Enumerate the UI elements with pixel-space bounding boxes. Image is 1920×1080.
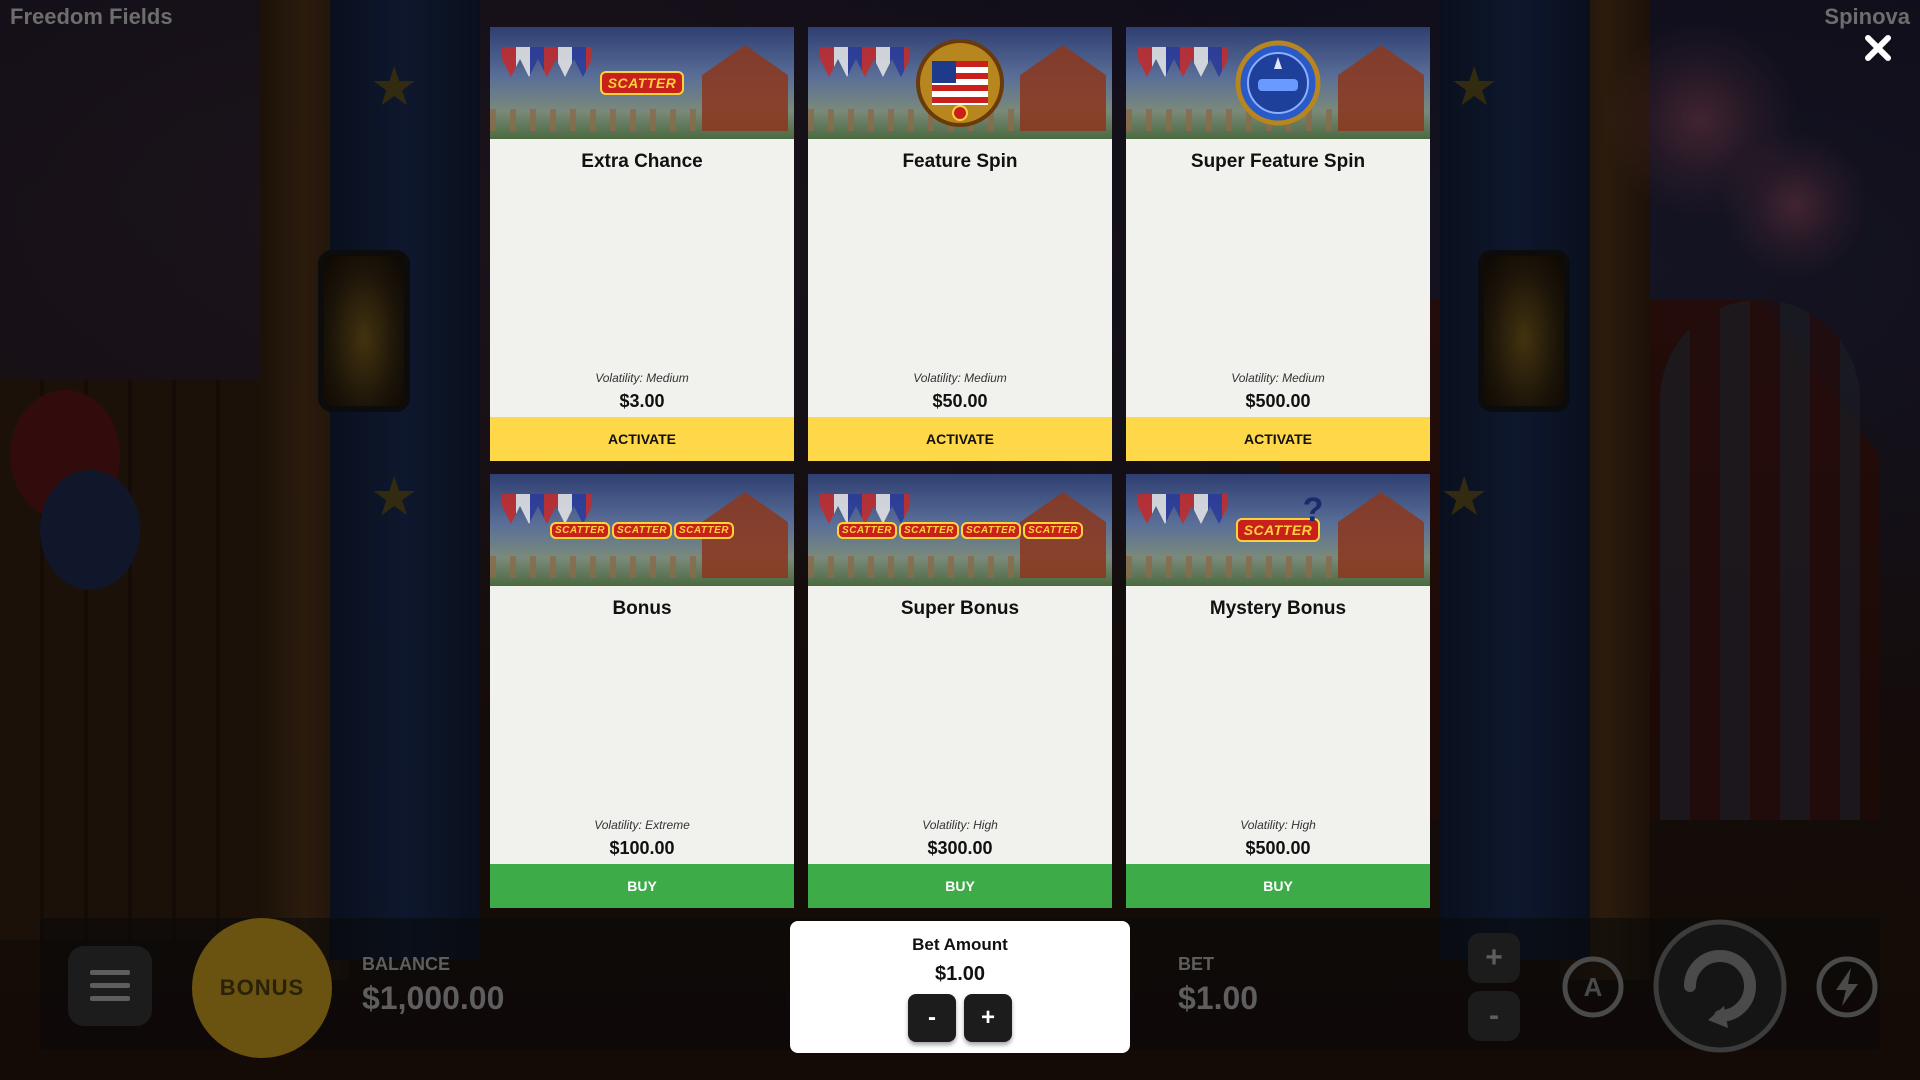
buy-button[interactable]: BUY (1126, 864, 1430, 908)
card-price: $500.00 (1245, 391, 1311, 411)
card-price: $500.00 (1245, 838, 1311, 858)
scatter-badge: SCATTER (612, 521, 672, 539)
buy-button[interactable]: BUY (808, 864, 1112, 908)
scatter-badge: SCATTER (899, 521, 959, 539)
bet-amount-title: Bet Amount (912, 935, 1008, 954)
card-volatility: Volatility: High (1240, 818, 1316, 832)
scatter-badge: SCATTER (1022, 521, 1083, 539)
spin-button[interactable] (1650, 916, 1790, 1056)
scatter-rocket-icon: SCATTER (490, 27, 794, 139)
card-title: Mystery Bonus (1209, 598, 1347, 619)
scatter-badge: SCATTER (961, 521, 1021, 539)
bet-decrease-button[interactable]: - (1468, 991, 1520, 1041)
menu-button[interactable] (68, 946, 152, 1026)
close-button[interactable] (1854, 24, 1902, 72)
card-volatility: Volatility: Medium (913, 371, 1007, 385)
feature-card: SCATTER? Mystery Bonus Volatility: High … (1126, 474, 1430, 908)
card-title: Super Feature Spin (1190, 151, 1366, 172)
autoplay-icon: A (1562, 956, 1624, 1018)
spin-icon (1653, 919, 1787, 1053)
question-mark-icon: ? (1302, 490, 1324, 529)
close-x-icon (1865, 35, 1891, 61)
bet-value: $1.00 (1178, 980, 1259, 1016)
svg-text:A: A (1584, 972, 1603, 1002)
activate-button[interactable]: ACTIVATE (808, 417, 1112, 461)
feature-card: Super Feature Spin Volatility: Medium $5… (1126, 27, 1430, 461)
mystery-scatter-icon: SCATTER? (1126, 474, 1430, 586)
card-volatility: Volatility: Extreme (594, 818, 690, 832)
bet-amount-increase-button[interactable]: + (964, 994, 1012, 1042)
bet-amount-decrease-button[interactable]: - (908, 994, 956, 1042)
card-price: $300.00 (927, 838, 993, 858)
balance-label: BALANCE (362, 954, 450, 974)
card-price: $100.00 (609, 838, 675, 858)
balance-value: $1,000.00 (362, 980, 505, 1016)
bonus-buy-button[interactable]: BONUS (192, 918, 332, 1058)
autoplay-button[interactable]: A (1560, 954, 1626, 1020)
bet-amount-value: $1.00 (934, 963, 986, 985)
bet-increase-button[interactable]: + (1468, 933, 1520, 983)
american-flag-badge-icon (808, 27, 1112, 139)
card-price: $50.00 (932, 391, 988, 411)
scatter-badge: SCATTER (837, 521, 898, 539)
bet-amount-panel: Bet Amount $1.00 - + (790, 921, 1130, 1053)
feature-card: SCATTER SCATTER SCATTER Bonus Volatility: … (490, 474, 794, 908)
scatter-badge: SCATTER (673, 521, 734, 539)
blue-statue-badge-icon (1126, 27, 1430, 139)
turbo-button[interactable] (1814, 954, 1880, 1020)
game-title: Freedom Fields (10, 4, 173, 29)
scatter-badge: SCATTER (599, 71, 685, 95)
card-title: Super Bonus (900, 598, 1020, 619)
four-scatters-icon: SCATTER SCATTER SCATTER SCATTER (808, 474, 1112, 586)
bet-label: BET (1178, 954, 1214, 974)
bonus-buy-label: BONUS (219, 975, 305, 1000)
card-price: $3.00 (619, 391, 665, 411)
feature-card: Feature Spin Volatility: Medium $50.00 A… (808, 27, 1112, 461)
hamburger-menu-icon (90, 970, 130, 1001)
scatter-badge: SCATTER (550, 521, 610, 539)
card-title: Feature Spin (902, 151, 1018, 172)
feature-card: SCATTER Extra Chance Volatility: Medium … (490, 27, 794, 461)
lightning-icon (1816, 956, 1878, 1018)
card-volatility: Volatility: High (922, 818, 998, 832)
american-flag-badge-icon (916, 39, 1004, 127)
three-scatters-icon: SCATTER SCATTER SCATTER (490, 474, 794, 586)
feature-card: SCATTER SCATTER SCATTER SCATTER Super Bonus… (808, 474, 1112, 908)
card-title: Bonus (612, 598, 672, 619)
buy-button[interactable]: BUY (490, 864, 794, 908)
card-title: Extra Chance (581, 151, 703, 172)
activate-button[interactable]: ACTIVATE (490, 417, 794, 461)
card-volatility: Volatility: Medium (595, 371, 689, 385)
blue-statue-badge-icon (1235, 40, 1321, 126)
activate-button[interactable]: ACTIVATE (1126, 417, 1430, 461)
card-volatility: Volatility: Medium (1231, 371, 1325, 385)
